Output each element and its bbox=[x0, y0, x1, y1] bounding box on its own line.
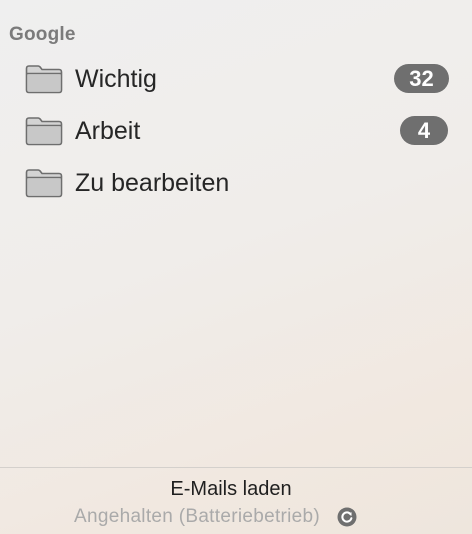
section-header-google[interactable]: Google bbox=[9, 24, 76, 46]
folder-icon bbox=[25, 169, 63, 198]
folder-item-wichtig[interactable]: Wichtig 32 bbox=[0, 54, 472, 106]
folder-item-zu-bearbeiten[interactable]: Zu bearbeiten bbox=[0, 158, 472, 210]
folder-label: Wichtig bbox=[75, 65, 157, 93]
folder-icon bbox=[25, 65, 63, 94]
footer-divider bbox=[0, 467, 472, 468]
folder-label: Arbeit bbox=[75, 117, 141, 145]
footer-title: E-Mails laden bbox=[170, 478, 292, 500]
folder-label: Zu bearbeiten bbox=[75, 169, 230, 197]
folder-list: Wichtig 32 Arbeit 4 Zu bearbeiten bbox=[0, 54, 472, 210]
unread-count-badge: 4 bbox=[400, 116, 448, 145]
folder-item-arbeit[interactable]: Arbeit 4 bbox=[0, 106, 472, 158]
refresh-icon[interactable] bbox=[337, 507, 357, 527]
folder-icon bbox=[25, 117, 63, 146]
footer-status-text: Angehalten (Batteriebetrieb) bbox=[74, 506, 321, 527]
footer-status-row: Angehalten (Batteriebetrieb) bbox=[74, 505, 357, 529]
mail-sidebar: Google Wichtig 32 Arbeit 4 Zu bearbeiten… bbox=[0, 0, 472, 534]
unread-count-badge: 32 bbox=[394, 64, 449, 93]
